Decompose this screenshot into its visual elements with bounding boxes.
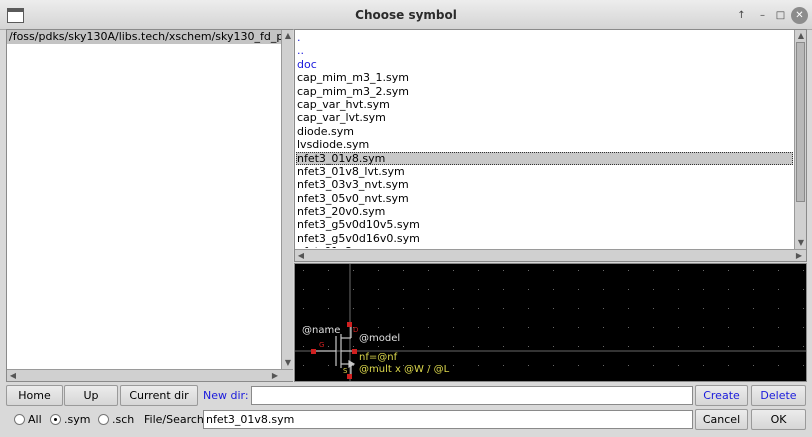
- directory-entry[interactable]: doc: [296, 58, 793, 71]
- file-entry[interactable]: cap_mim_m3_1.sym: [296, 71, 793, 84]
- file-horizontal-scrollbar[interactable]: ◀ ▶: [295, 249, 806, 261]
- file-entry[interactable]: nfet3_20v0.sym: [296, 205, 793, 218]
- directory-vertical-scrollbar[interactable]: ▲ ▼: [281, 30, 293, 369]
- file-entry[interactable]: nfet3_03v3_nvt.sym: [296, 178, 793, 191]
- directory-item[interactable]: /foss/pdks/sky130A/libs.tech/xschem/sky1…: [7, 30, 281, 44]
- file-entry[interactable]: diode.sym: [296, 125, 793, 138]
- symbol-preview: @name @model nf=@nf @mult x @W / @L D G …: [294, 263, 807, 382]
- file-entry[interactable]: cap_var_lvt.sym: [296, 111, 793, 124]
- symbol-mult-label: @mult x @W / @L: [359, 364, 450, 375]
- pin-s-label: S: [343, 367, 348, 375]
- scroll-down-arrow-icon[interactable]: ▼: [795, 237, 807, 249]
- file-entry[interactable]: cap_mim_m3_2.sym: [296, 85, 793, 98]
- home-button[interactable]: Home: [6, 385, 63, 406]
- symbol-model-label: @model: [359, 333, 401, 344]
- filter-all-radio[interactable]: [14, 414, 25, 425]
- directory-horizontal-scrollbar[interactable]: ◀ ▶: [7, 369, 293, 381]
- new-dir-input[interactable]: [251, 386, 693, 405]
- up-button[interactable]: Up: [64, 385, 118, 406]
- delete-button[interactable]: Delete: [751, 385, 806, 406]
- file-entry[interactable]: lvsdiode.sym: [296, 138, 793, 151]
- file-search-label: File/Search:: [144, 413, 208, 426]
- file-list-pane[interactable]: ... doc cap_mim_m3_1.sym cap_mim_m3_2.sym ca…: [294, 29, 807, 262]
- file-entry[interactable]: nfet3_g5v0d10v5.sym: [296, 218, 793, 231]
- cancel-button[interactable]: Cancel: [695, 409, 748, 430]
- file-entry[interactable]: cap_var_hvt.sym: [296, 98, 793, 111]
- filter-sym-label[interactable]: .sym: [64, 413, 90, 426]
- symbol-nf-label: nf=@nf: [359, 352, 398, 363]
- keep-above-button[interactable]: ↑: [733, 7, 750, 24]
- scroll-left-arrow-icon[interactable]: ◀: [7, 370, 19, 382]
- file-entry[interactable]: nfet_01v8.sym: [296, 245, 793, 248]
- file-vertical-scrollbar[interactable]: ▲ ▼: [794, 30, 806, 249]
- maximize-button[interactable]: □: [772, 7, 789, 24]
- pin-drain: [347, 322, 352, 327]
- scroll-up-arrow-icon[interactable]: ▲: [795, 30, 807, 42]
- file-entry[interactable]: nfet3_01v8_lvt.sym: [296, 165, 793, 178]
- directory-list-pane[interactable]: /foss/pdks/sky130A/libs.tech/xschem/sky1…: [6, 29, 293, 382]
- file-search-input[interactable]: nfet3_01v8.sym: [203, 410, 693, 429]
- directory-entry[interactable]: .: [296, 31, 793, 44]
- scrollbar-thumb[interactable]: [796, 42, 805, 202]
- pin-source: [347, 374, 352, 379]
- scroll-right-arrow-icon[interactable]: ▶: [793, 250, 805, 262]
- create-button[interactable]: Create: [695, 385, 748, 406]
- directory-entry[interactable]: ..: [296, 44, 793, 57]
- scroll-up-arrow-icon[interactable]: ▲: [282, 30, 294, 42]
- pin-d-label: D: [353, 326, 359, 334]
- filter-sym-radio[interactable]: [50, 414, 61, 425]
- ok-button[interactable]: OK: [751, 409, 806, 430]
- file-list[interactable]: ... doc cap_mim_m3_1.sym cap_mim_m3_2.sym ca…: [296, 31, 793, 248]
- window-title: Choose symbol: [355, 8, 457, 22]
- title-bar: Choose symbol ↑ – □ ✕: [0, 0, 812, 30]
- filter-sch-label[interactable]: .sch: [112, 413, 134, 426]
- file-entry[interactable]: nfet3_g5v0d16v0.sym: [296, 232, 793, 245]
- pin-gate: [311, 349, 316, 354]
- file-entry[interactable]: nfet3_05v0_nvt.sym: [296, 192, 793, 205]
- pin-body: [352, 349, 357, 354]
- filter-sch-radio[interactable]: [98, 414, 109, 425]
- file-entry[interactable]: nfet3_01v8.sym: [296, 151, 793, 165]
- directory-list[interactable]: /foss/pdks/sky130A/libs.tech/xschem/sky1…: [7, 30, 281, 369]
- scroll-down-arrow-icon[interactable]: ▼: [282, 357, 294, 369]
- current-dir-button[interactable]: Current dir: [120, 385, 198, 406]
- new-dir-label: New dir:: [203, 389, 249, 402]
- close-button[interactable]: ✕: [791, 7, 808, 24]
- filter-all-label[interactable]: All: [28, 413, 42, 426]
- pin-g-label: G: [319, 341, 325, 349]
- minimize-button[interactable]: –: [754, 7, 771, 24]
- scroll-right-arrow-icon[interactable]: ▶: [269, 370, 281, 382]
- symbol-name-label: @name: [302, 325, 341, 336]
- scroll-left-arrow-icon[interactable]: ◀: [295, 250, 307, 262]
